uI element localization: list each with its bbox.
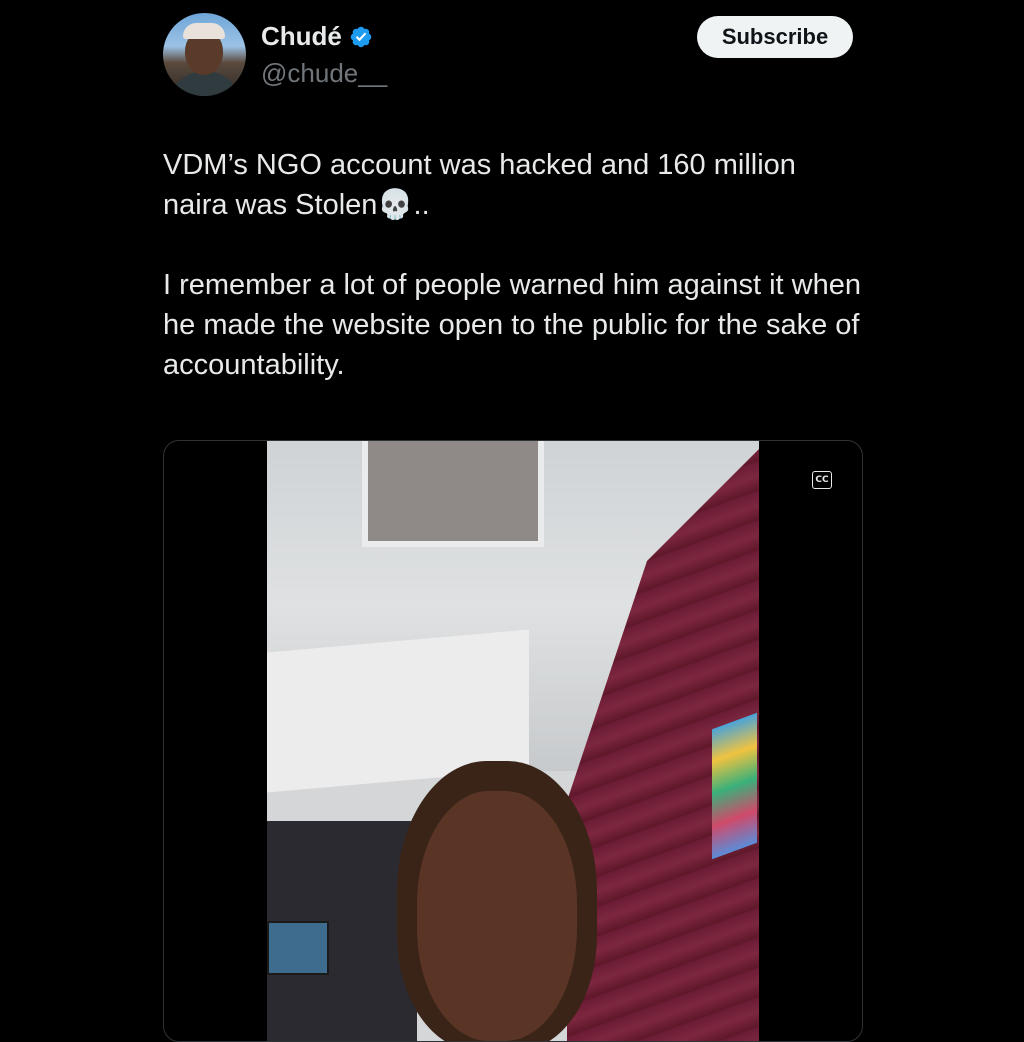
author-name-row[interactable]: Chudé bbox=[261, 21, 373, 52]
captions-icon[interactable]: CC bbox=[812, 471, 832, 489]
tweet-paragraph: I remember a lot of people warned him ag… bbox=[163, 269, 861, 381]
tweet-paragraph: VDM’s NGO account was hacked and 160 mil… bbox=[163, 149, 796, 221]
author-name[interactable]: Chudé bbox=[261, 21, 342, 52]
author-handle[interactable]: @chude__ bbox=[261, 58, 387, 89]
subscribe-button[interactable]: Subscribe bbox=[697, 16, 853, 58]
avatar[interactable] bbox=[163, 13, 246, 96]
tweet-text: VDM’s NGO account was hacked and 160 mil… bbox=[163, 145, 863, 385]
video-frame[interactable] bbox=[267, 441, 759, 1041]
verified-badge-icon bbox=[350, 26, 372, 47]
video-media[interactable]: CC bbox=[163, 440, 863, 1042]
tweet-header: Chudé @chude__ Subscribe bbox=[163, 13, 853, 97]
